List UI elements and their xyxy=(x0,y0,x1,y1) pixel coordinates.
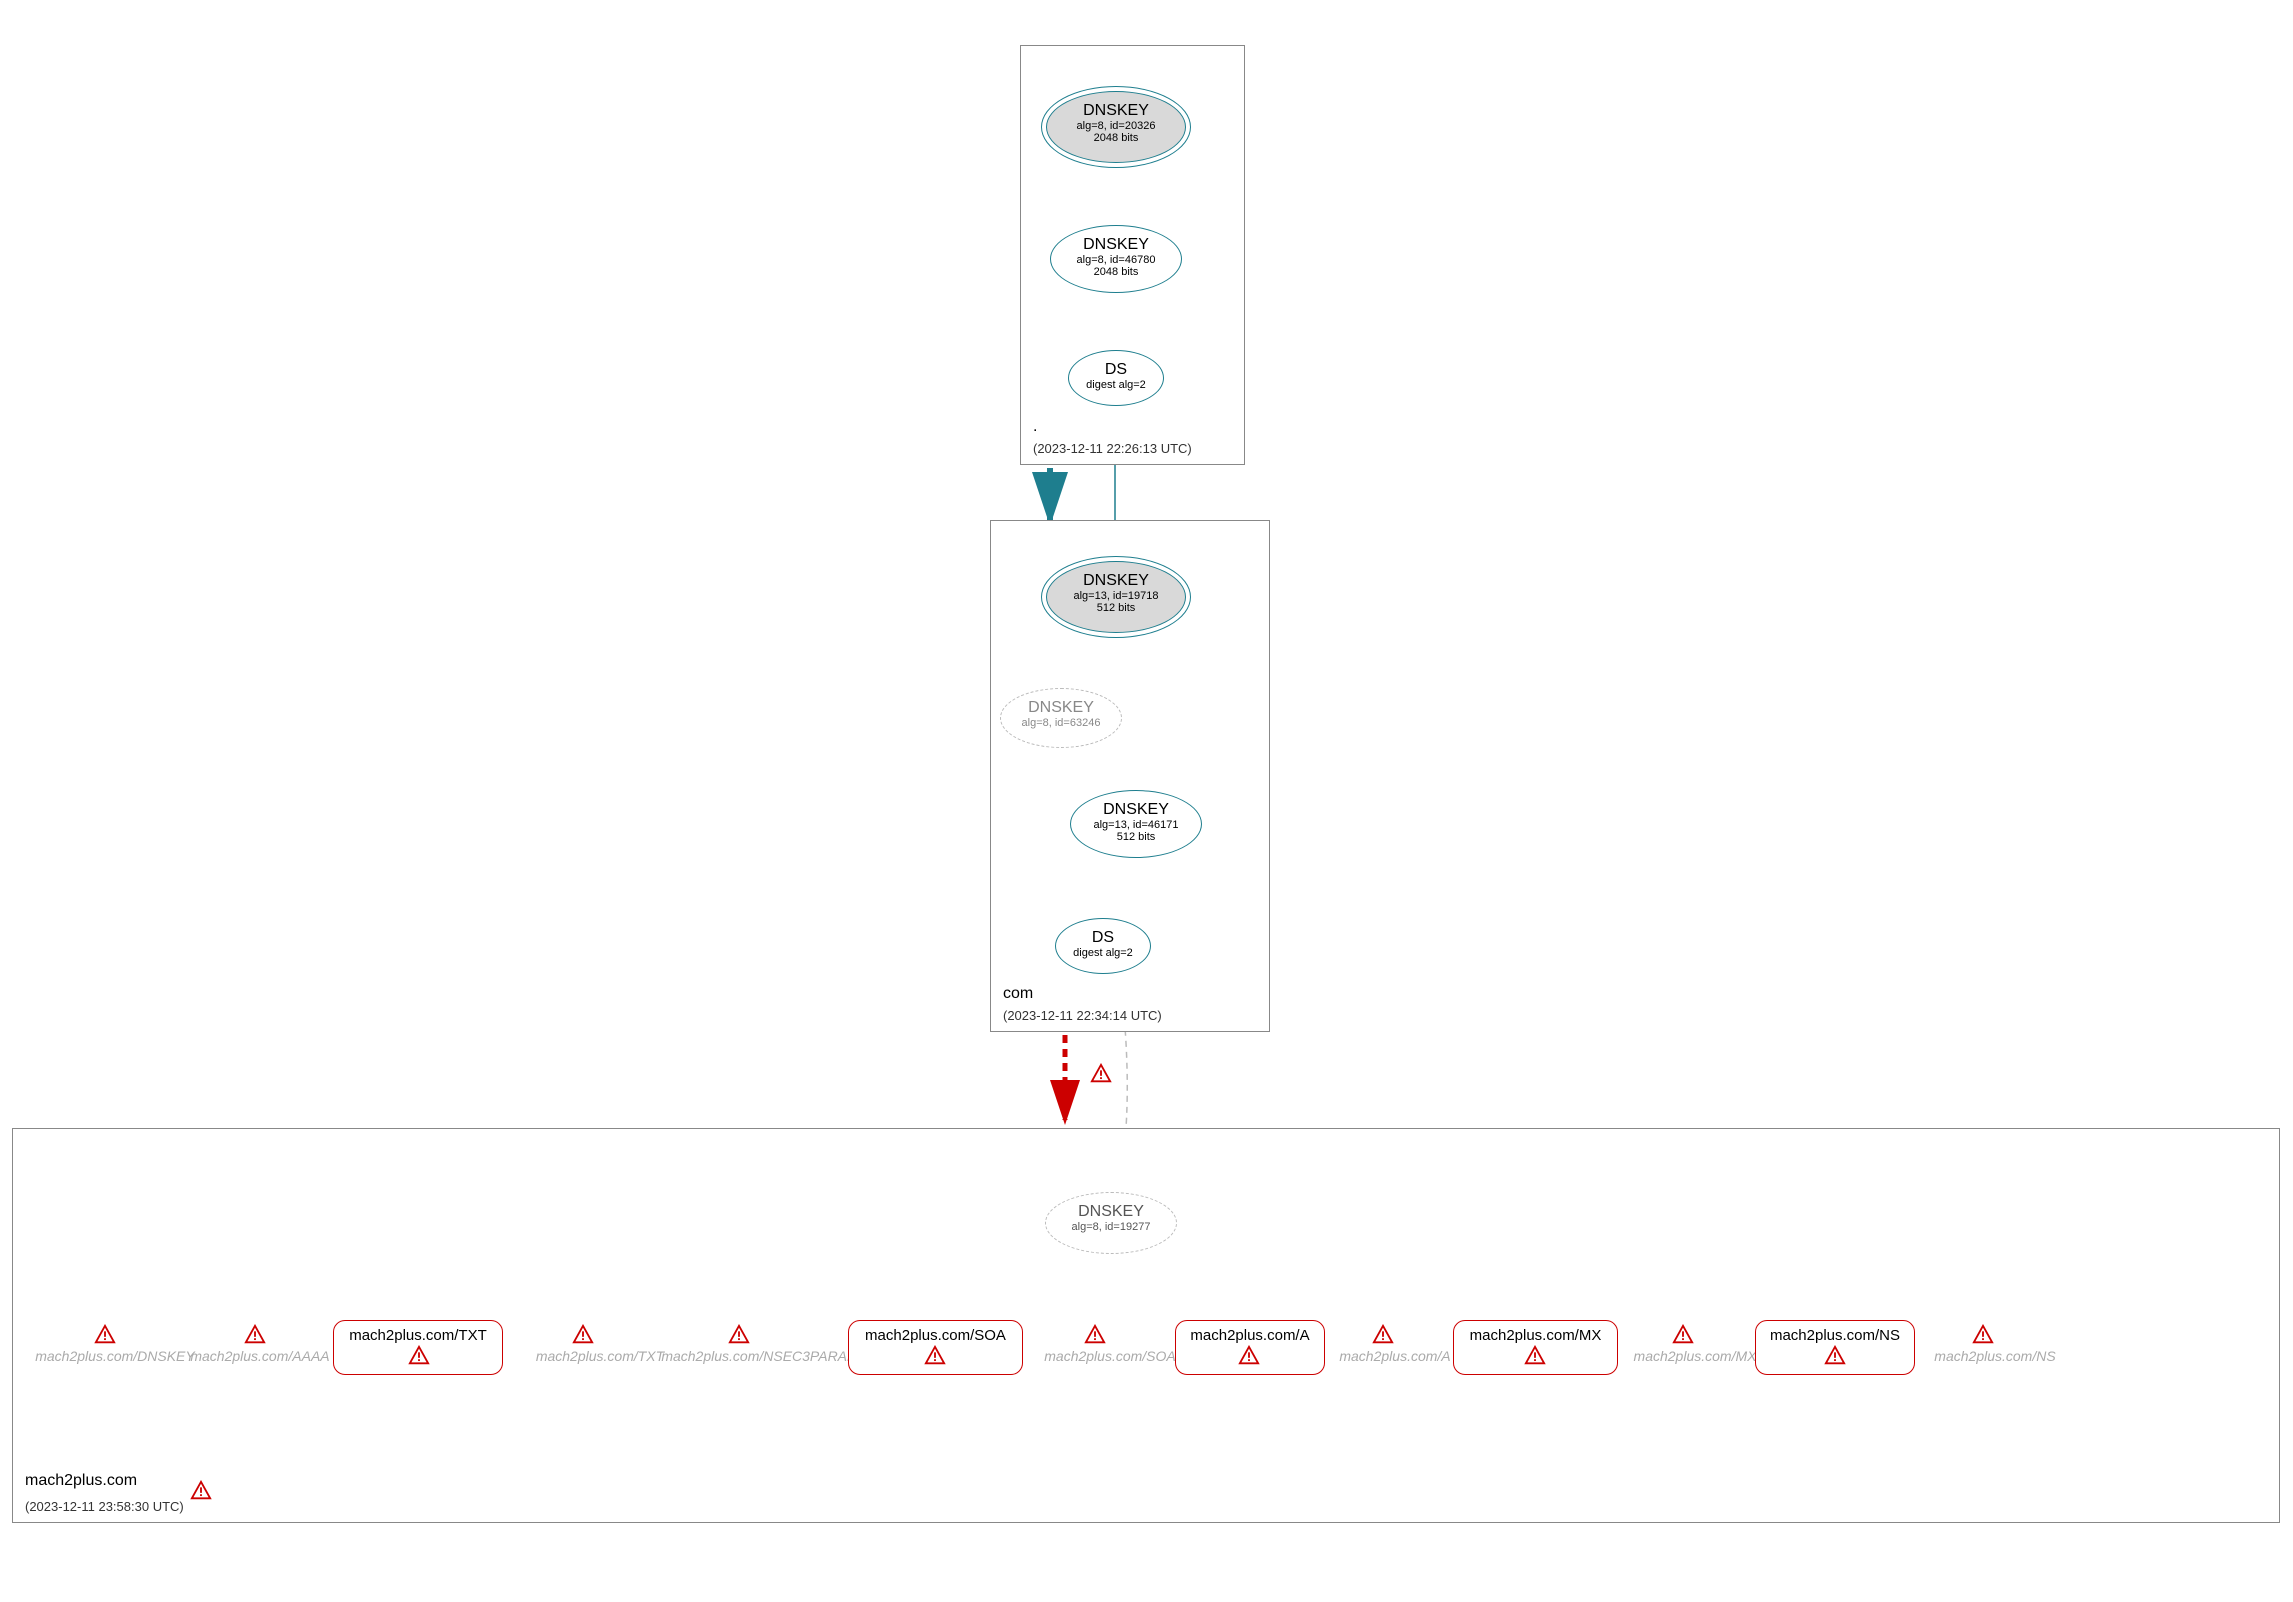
zone-target-label: mach2plus.com xyxy=(25,1472,137,1490)
warn-icon[interactable] xyxy=(408,1345,430,1367)
node-sub: 512 bits xyxy=(1047,602,1185,614)
node-com-zsk[interactable]: DNSKEY alg=13, id=46171 512 bits xyxy=(1070,790,1202,858)
zone-target-ts: (2023-12-11 23:58:30 UTC) xyxy=(25,1499,184,1514)
warn-icon[interactable] xyxy=(924,1345,946,1367)
ghost-dnskey: mach2plus.com/DNSKEY xyxy=(30,1348,200,1364)
ghost-mx: mach2plus.com/MX xyxy=(1625,1348,1765,1364)
warn-icon[interactable] xyxy=(1524,1345,1546,1367)
warn-icon[interactable] xyxy=(1972,1324,1994,1346)
ghost-a: mach2plus.com/A xyxy=(1330,1348,1460,1364)
rr-label: mach2plus.com/NS xyxy=(1756,1327,1914,1344)
node-com-ghost-key[interactable]: DNSKEY alg=8, id=63246 xyxy=(1000,688,1122,748)
node-com-ksk[interactable]: DNSKEY alg=13, id=19718 512 bits xyxy=(1046,561,1186,633)
node-root-zsk[interactable]: DNSKEY alg=8, id=46780 2048 bits xyxy=(1050,225,1182,293)
warn-icon[interactable] xyxy=(1084,1324,1106,1346)
diagram-canvas: . (2023-12-11 22:26:13 UTC) DNSKEY alg=8… xyxy=(0,0,2293,1602)
node-root-ds[interactable]: DS digest alg=2 xyxy=(1068,350,1164,406)
warn-icon[interactable] xyxy=(1672,1324,1694,1346)
warn-icon[interactable] xyxy=(572,1324,594,1346)
node-title: DS xyxy=(1056,929,1150,947)
node-title: DNSKEY xyxy=(1051,236,1181,254)
node-target-dnskey[interactable]: DNSKEY alg=8, id=19277 xyxy=(1045,1192,1177,1254)
node-root-ksk[interactable]: DNSKEY alg=8, id=20326 2048 bits xyxy=(1046,91,1186,163)
node-com-ds[interactable]: DS digest alg=2 xyxy=(1055,918,1151,974)
ghost-aaaa: mach2plus.com/AAAA xyxy=(185,1348,335,1364)
node-title: DNSKEY xyxy=(1047,102,1185,120)
zone-root-label: . xyxy=(1033,418,1037,436)
zone-root-ts: (2023-12-11 22:26:13 UTC) xyxy=(1033,441,1192,456)
node-sub: alg=13, id=46171 xyxy=(1071,819,1201,831)
node-title: DS xyxy=(1069,361,1163,379)
zone-com-label: com xyxy=(1003,985,1033,1003)
warn-icon[interactable] xyxy=(94,1324,116,1346)
node-sub: 2048 bits xyxy=(1047,132,1185,144)
node-sub: alg=8, id=63246 xyxy=(1001,717,1121,729)
node-sub: 2048 bits xyxy=(1051,266,1181,278)
node-sub: digest alg=2 xyxy=(1069,379,1163,391)
warn-zone-icon[interactable] xyxy=(190,1480,212,1502)
node-title: DNSKEY xyxy=(1071,801,1201,819)
node-sub: alg=8, id=19277 xyxy=(1046,1221,1176,1233)
ghost-soa: mach2plus.com/SOA xyxy=(1035,1348,1185,1364)
rr-label: mach2plus.com/A xyxy=(1176,1327,1324,1344)
rr-label: mach2plus.com/TXT xyxy=(334,1327,502,1344)
warn-delegation-icon[interactable] xyxy=(1090,1063,1112,1085)
warn-icon[interactable] xyxy=(728,1324,750,1346)
node-sub: alg=8, id=46780 xyxy=(1051,254,1181,266)
ghost-txt: mach2plus.com/TXT xyxy=(525,1348,675,1364)
zone-com-ts: (2023-12-11 22:34:14 UTC) xyxy=(1003,1008,1162,1023)
warn-icon[interactable] xyxy=(1238,1345,1260,1367)
node-title: DNSKEY xyxy=(1001,699,1121,717)
warn-icon[interactable] xyxy=(1824,1345,1846,1367)
ghost-ns: mach2plus.com/NS xyxy=(1925,1348,2065,1364)
rr-label: mach2plus.com/SOA xyxy=(849,1327,1022,1344)
node-title: DNSKEY xyxy=(1046,1203,1176,1221)
node-sub: 512 bits xyxy=(1071,831,1201,843)
node-sub: digest alg=2 xyxy=(1056,947,1150,959)
node-sub: alg=8, id=20326 xyxy=(1047,120,1185,132)
warn-icon[interactable] xyxy=(1372,1324,1394,1346)
warn-icon[interactable] xyxy=(244,1324,266,1346)
node-title: DNSKEY xyxy=(1047,572,1185,590)
rr-label: mach2plus.com/MX xyxy=(1454,1327,1617,1344)
ghost-nsec3: mach2plus.com/NSEC3PARAM xyxy=(660,1348,860,1364)
node-sub: alg=13, id=19718 xyxy=(1047,590,1185,602)
